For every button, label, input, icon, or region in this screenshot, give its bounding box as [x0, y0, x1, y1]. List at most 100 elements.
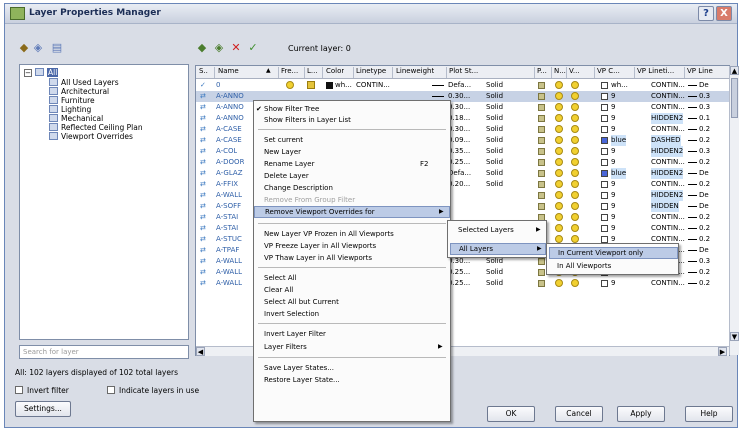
printer-icon[interactable]: [538, 203, 545, 210]
printer-icon[interactable]: [538, 269, 545, 276]
new-vp-freeze-sun-icon[interactable]: [555, 92, 563, 100]
scroll-up-icon[interactable]: ▲: [730, 66, 739, 75]
name-cell[interactable]: A-COL: [216, 146, 237, 157]
vp-lineweight-cell[interactable]: 0.2: [699, 234, 710, 245]
plot-style-cell[interactable]: Solid: [486, 135, 503, 146]
name-cell[interactable]: A-STAI: [216, 223, 238, 234]
help-button[interactable]: Help: [685, 406, 733, 422]
lineweight-cell[interactable]: 0.20...: [448, 179, 470, 190]
col-lineweight-header[interactable]: Lineweight: [396, 67, 434, 75]
vp-freeze-sun-icon[interactable]: [571, 202, 579, 210]
printer-icon[interactable]: [538, 181, 545, 188]
vp-lineweight-cell[interactable]: De: [699, 190, 709, 201]
tree-item-mechanical[interactable]: Mechanical: [49, 114, 103, 123]
new-vp-freeze-sun-icon[interactable]: [555, 279, 563, 287]
indicate-layers-checkbox[interactable]: [107, 386, 115, 394]
vp-color-swatch-icon[interactable]: [601, 93, 608, 100]
ok-button[interactable]: OK: [487, 406, 535, 422]
col-plot-header[interactable]: P...: [537, 67, 547, 75]
lineweight-cell[interactable]: 0.18...: [448, 113, 470, 124]
plot-style-cell[interactable]: Solid: [486, 179, 503, 190]
menu-select-all[interactable]: Select All: [254, 273, 450, 283]
new-vp-freeze-sun-icon[interactable]: [555, 147, 563, 155]
vp-color-cell[interactable]: wh...: [611, 80, 628, 91]
lineweight-cell[interactable]: 0.25...: [448, 278, 470, 289]
col-vp-lineweight-header[interactable]: VP Line: [687, 67, 713, 75]
status-cell[interactable]: ⇄: [200, 245, 206, 256]
new-vp-freeze-sun-icon[interactable]: [555, 136, 563, 144]
vp-lineweight-cell[interactable]: 0.2: [699, 135, 710, 146]
apply-button[interactable]: Apply: [617, 406, 665, 422]
vp-color-swatch-icon[interactable]: [601, 181, 608, 188]
plot-style-cell[interactable]: Solid: [486, 80, 503, 91]
vp-color-swatch-icon[interactable]: [601, 203, 608, 210]
vp-color-swatch-icon[interactable]: [601, 214, 608, 221]
vp-color-cell[interactable]: 9: [611, 146, 615, 157]
name-cell[interactable]: A-ANNO: [216, 91, 244, 102]
status-cell[interactable]: ✓: [200, 80, 206, 91]
status-cell[interactable]: ⇄: [200, 124, 206, 135]
unlock-icon[interactable]: [307, 81, 315, 89]
title-help-button[interactable]: ?: [698, 6, 714, 21]
vp-lineweight-cell[interactable]: De: [699, 80, 709, 91]
vp-freeze-sun-icon[interactable]: [571, 180, 579, 188]
layer-states-manager-icon[interactable]: ▤: [50, 41, 64, 55]
vp-color-swatch-icon[interactable]: [601, 159, 608, 166]
vp-color-swatch-icon[interactable]: [601, 192, 608, 199]
status-cell[interactable]: ⇄: [200, 234, 206, 245]
vp-color-cell[interactable]: 9: [611, 124, 615, 135]
lineweight-cell[interactable]: 0.30...: [448, 91, 470, 102]
col-color-header[interactable]: Color: [326, 67, 344, 75]
status-cell[interactable]: ⇄: [200, 256, 206, 267]
menu-set-current[interactable]: Set current: [254, 135, 450, 145]
tree-item-all[interactable]: All: [35, 68, 59, 77]
lineweight-cell[interactable]: 0.09...: [448, 135, 470, 146]
vp-color-swatch-icon[interactable]: [601, 280, 608, 287]
new-vp-freeze-sun-icon[interactable]: [555, 169, 563, 177]
name-cell[interactable]: A-FFIX: [216, 179, 238, 190]
col-new-vp-freeze-header[interactable]: N...: [554, 67, 566, 75]
vp-color-swatch-icon[interactable]: [601, 126, 608, 133]
name-cell[interactable]: 0: [216, 80, 220, 91]
name-cell[interactable]: A-WALL: [216, 190, 242, 201]
vp-color-swatch-icon[interactable]: [601, 137, 608, 144]
submenu-all-viewports[interactable]: In All Viewports: [549, 261, 678, 273]
plot-style-cell[interactable]: Solid: [486, 267, 503, 278]
scroll-right-icon[interactable]: ▶: [718, 347, 727, 356]
set-current-icon[interactable]: ✓: [246, 41, 260, 55]
col-vp-color-header[interactable]: VP C...: [597, 67, 620, 75]
col-freeze-header[interactable]: Fre...: [281, 67, 298, 75]
submenu-selected-layers[interactable]: Selected Layers ▶: [450, 225, 546, 237]
vp-lineweight-cell[interactable]: 0.2: [699, 124, 710, 135]
new-vp-freeze-sun-icon[interactable]: [555, 81, 563, 89]
menu-save-layer-states[interactable]: Save Layer States...: [254, 363, 450, 373]
lineweight-cell[interactable]: 0.35...: [448, 146, 470, 157]
vp-color-cell[interactable]: blue: [611, 135, 627, 146]
plot-style-cell[interactable]: Solid: [486, 91, 503, 102]
submenu-all-layers[interactable]: All Layers ▶: [450, 243, 546, 255]
menu-vp-thaw-layer[interactable]: VP Thaw Layer in All Viewports: [254, 253, 450, 263]
scroll-down-icon[interactable]: ▼: [730, 332, 739, 341]
vp-lineweight-cell[interactable]: 0.2: [699, 212, 710, 223]
status-cell[interactable]: ⇄: [200, 223, 206, 234]
vp-freeze-sun-icon[interactable]: [571, 125, 579, 133]
vp-lineweight-cell[interactable]: De: [699, 245, 709, 256]
lineweight-cell[interactable]: Defa...: [448, 168, 471, 179]
menu-rename-layer[interactable]: Rename Layer F2: [254, 159, 450, 169]
vp-lineweight-cell[interactable]: De: [699, 201, 709, 212]
scroll-left-icon[interactable]: ◀: [196, 347, 205, 356]
vp-color-cell[interactable]: 9: [611, 113, 615, 124]
linetype-cell[interactable]: CONTIN...: [356, 80, 390, 91]
plot-style-cell[interactable]: Solid: [486, 278, 503, 289]
status-cell[interactable]: ⇄: [200, 201, 206, 212]
printer-icon[interactable]: [538, 159, 545, 166]
name-cell[interactable]: A-STAI: [216, 212, 238, 223]
vp-freeze-sun-icon[interactable]: [571, 114, 579, 122]
vp-lineweight-cell[interactable]: 0.3: [699, 102, 710, 113]
col-linetype-header[interactable]: Linetype: [356, 67, 386, 75]
printer-icon[interactable]: [538, 170, 545, 177]
table-row[interactable]: ✓ 0 wh... CONTIN... Defa... Solid wh... CONTIN.…: [196, 80, 729, 91]
title-close-button[interactable]: X: [716, 6, 732, 21]
lineweight-cell[interactable]: Defa...: [448, 80, 471, 91]
vp-color-cell[interactable]: 9: [611, 157, 615, 168]
